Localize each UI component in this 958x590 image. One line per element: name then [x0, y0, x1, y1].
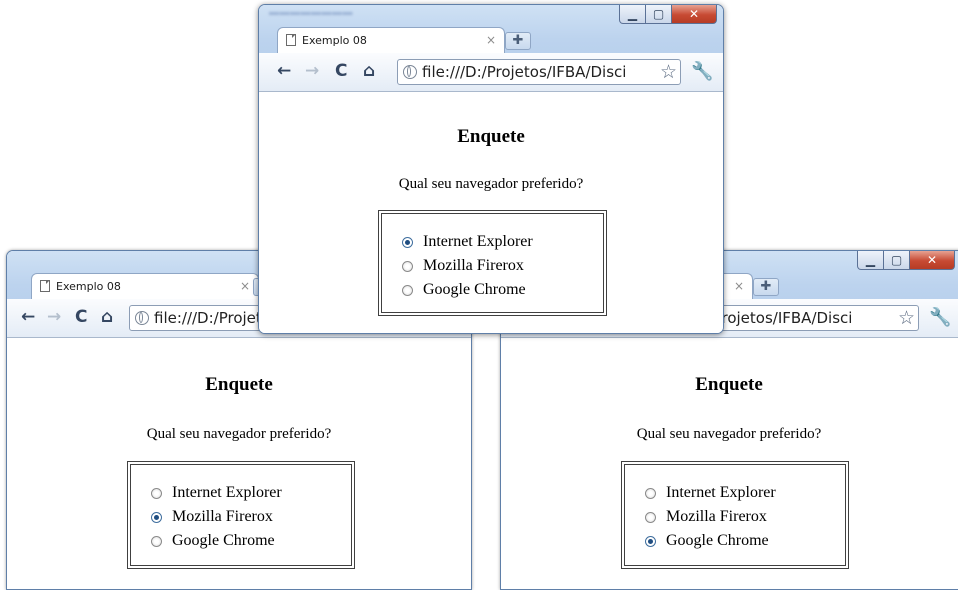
page-icon: [40, 280, 50, 292]
poll-options-box: Internet Explorer Mozilla Firerox Google…: [378, 210, 607, 316]
star-icon[interactable]: ☆: [657, 61, 677, 83]
forward-arrow-icon[interactable]: →: [305, 62, 319, 80]
reload-icon[interactable]: C: [75, 308, 87, 326]
option-label: Google Chrome: [423, 281, 526, 298]
close-icon[interactable]: ✕: [909, 251, 955, 270]
option-label: Google Chrome: [172, 532, 275, 549]
option-mozilla-firerox[interactable]: Mozilla Firerox: [151, 505, 351, 529]
minimize-icon[interactable]: ▁: [857, 251, 884, 270]
option-internet-explorer[interactable]: Internet Explorer: [402, 230, 603, 254]
forward-arrow-icon[interactable]: →: [47, 308, 61, 326]
close-tab-icon[interactable]: ×: [734, 279, 744, 293]
window-controls: ▁ ▢ ✕: [857, 251, 955, 271]
address-bar[interactable]: file:///D:/Projetos/IFBA/Disci ☆: [397, 59, 681, 85]
maximize-icon[interactable]: ▢: [645, 5, 672, 24]
poll-options-box: Internet Explorer Mozilla Firerox Google…: [127, 461, 355, 569]
radio-button[interactable]: [151, 487, 162, 499]
window-frame: ▬▬▬▬▬▬▬▬ ▁ ▢ ✕ Exemplo 08 × ✚ ← → C ⌂ fi…: [259, 5, 723, 92]
close-icon[interactable]: ✕: [671, 5, 717, 24]
poll-options-box: Internet Explorer Mozilla Firerox Google…: [621, 461, 849, 569]
globe-icon: [135, 311, 149, 325]
close-tab-icon[interactable]: ×: [240, 279, 250, 293]
home-icon[interactable]: ⌂: [363, 62, 375, 80]
radio-group: Internet Explorer Mozilla Firerox Google…: [624, 464, 846, 566]
option-label: Internet Explorer: [172, 484, 282, 501]
new-tab-button[interactable]: ✚: [505, 32, 531, 50]
option-google-chrome[interactable]: Google Chrome: [645, 529, 845, 553]
option-label: Internet Explorer: [423, 233, 533, 250]
radio-button[interactable]: [402, 260, 413, 272]
option-google-chrome[interactable]: Google Chrome: [151, 529, 351, 553]
star-icon[interactable]: ☆: [895, 307, 915, 329]
page-content: Enquete Qual seu navegador preferido? In…: [7, 338, 471, 589]
option-label: Internet Explorer: [666, 484, 776, 501]
window-caption-blurred: ▬▬▬▬▬▬▬▬: [269, 7, 353, 18]
option-mozilla-firerox[interactable]: Mozilla Firerox: [645, 505, 845, 529]
poll-heading: Enquete: [205, 374, 273, 395]
radio-button[interactable]: [151, 535, 162, 547]
poll-question: Qual seu navegador preferido?: [636, 426, 822, 442]
tab-title: Exemplo 08: [302, 34, 367, 47]
home-icon[interactable]: ⌂: [101, 308, 113, 326]
radio-button-selected[interactable]: [402, 236, 413, 248]
poll-question: Qual seu navegador preferido?: [398, 176, 584, 192]
page-content: Enquete Qual seu navegador preferido? In…: [501, 338, 958, 589]
maximize-icon[interactable]: ▢: [883, 251, 910, 270]
wrench-icon[interactable]: 🔧: [929, 307, 951, 328]
globe-icon: [403, 65, 417, 79]
poll-heading: Enquete: [457, 126, 525, 147]
radio-button[interactable]: [645, 511, 656, 523]
poll-question: Qual seu navegador preferido?: [146, 426, 332, 442]
option-internet-explorer[interactable]: Internet Explorer: [645, 481, 845, 505]
reload-icon[interactable]: C: [335, 62, 347, 80]
option-label: Mozilla Firerox: [172, 508, 273, 525]
option-label: Google Chrome: [666, 532, 769, 549]
new-tab-button[interactable]: ✚: [753, 278, 779, 296]
option-label: Mozilla Firerox: [666, 508, 767, 525]
radio-button-selected[interactable]: [645, 535, 656, 547]
window-controls: ▁ ▢ ✕: [619, 5, 717, 25]
browser-window-top: ▬▬▬▬▬▬▬▬ ▁ ▢ ✕ Exemplo 08 × ✚ ← → C ⌂ fi…: [258, 4, 724, 334]
radio-group: Internet Explorer Mozilla Firerox Google…: [381, 213, 604, 313]
tab-exemplo-08[interactable]: Exemplo 08 ×: [277, 27, 505, 53]
poll-heading: Enquete: [695, 374, 763, 395]
back-arrow-icon[interactable]: ←: [21, 308, 35, 326]
wrench-icon[interactable]: 🔧: [691, 61, 713, 82]
page-content: Enquete Qual seu navegador preferido? In…: [259, 100, 723, 333]
back-arrow-icon[interactable]: ←: [277, 62, 291, 80]
radio-group: Internet Explorer Mozilla Firerox Google…: [130, 464, 352, 566]
toolbar: ← → C ⌂ file:///D:/Projetos/IFBA/Disci ☆…: [259, 53, 723, 92]
page-icon: [286, 34, 296, 46]
close-tab-icon[interactable]: ×: [486, 33, 496, 47]
tab-exemplo-08[interactable]: Exemplo 08 ×: [31, 273, 259, 299]
address-text: file:///D:/Projetos/IFBA/Disci: [422, 63, 627, 81]
radio-button[interactable]: [645, 487, 656, 499]
option-google-chrome[interactable]: Google Chrome: [402, 278, 603, 302]
option-internet-explorer[interactable]: Internet Explorer: [151, 481, 351, 505]
option-mozilla-firerox[interactable]: Mozilla Firerox: [402, 254, 603, 278]
radio-button[interactable]: [402, 284, 413, 296]
tab-title: Exemplo 08: [56, 280, 121, 293]
option-label: Mozilla Firerox: [423, 257, 524, 274]
minimize-icon[interactable]: ▁: [619, 5, 646, 24]
radio-button-selected[interactable]: [151, 511, 162, 523]
